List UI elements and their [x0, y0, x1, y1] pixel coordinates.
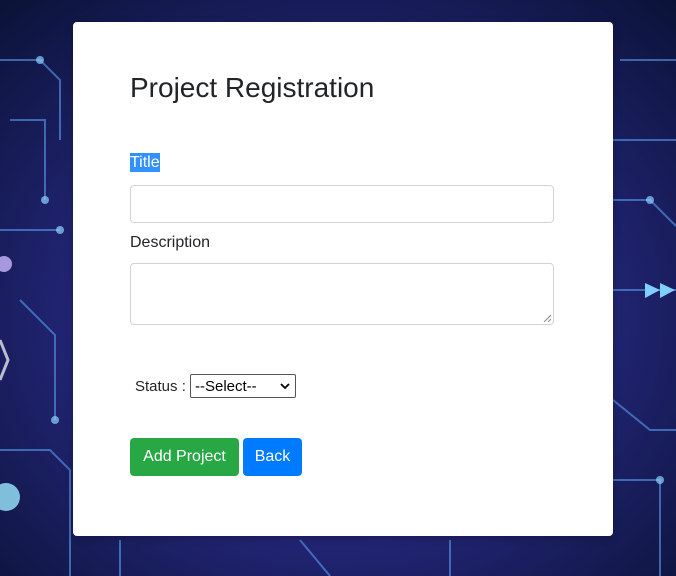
- registration-card: Project Registration Title Description S…: [73, 22, 613, 536]
- title-label-text: Title: [130, 153, 160, 172]
- description-textarea[interactable]: [130, 263, 554, 325]
- back-button[interactable]: Back: [243, 438, 302, 476]
- status-label: Status :: [135, 378, 186, 395]
- add-project-button[interactable]: Add Project: [130, 438, 239, 476]
- chevron-down-icon: [280, 383, 290, 390]
- description-label: Description: [130, 234, 211, 251]
- title-input[interactable]: [130, 185, 554, 223]
- page-title: Project Registration: [130, 72, 375, 103]
- resize-grip-icon[interactable]: [543, 314, 551, 322]
- status-selected-value: --Select--: [195, 377, 257, 395]
- status-select[interactable]: --Select--: [190, 374, 296, 398]
- title-label: Title: [130, 153, 160, 172]
